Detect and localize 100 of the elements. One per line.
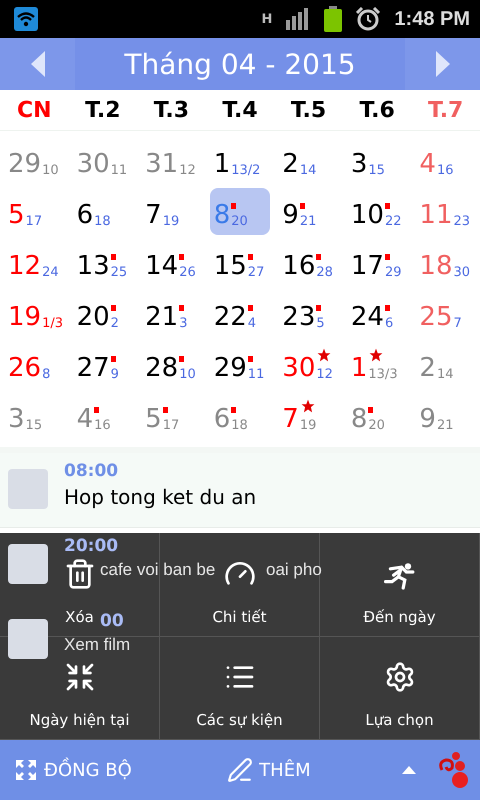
day-cell[interactable]: 29 11 [210, 341, 270, 388]
day-cell[interactable]: 26 8 [4, 341, 65, 388]
day-cell[interactable]: 17 29 [346, 239, 408, 286]
day-cell[interactable]: 5 17 [4, 188, 65, 235]
menu-label[interactable]: Đến ngày [363, 608, 436, 626]
day-cell[interactable]: 14 26 [141, 239, 202, 286]
day-number: 5 [145, 404, 162, 434]
day-cell[interactable]: 3 15 [4, 392, 65, 439]
day-cell[interactable]: 28 10 [141, 341, 202, 388]
event-thumbnail [8, 544, 48, 584]
menu-label[interactable]: Xóa [65, 608, 94, 626]
lunar-date: 12 [179, 163, 196, 178]
lunar-date: 8 [42, 367, 50, 382]
day-number: 29 [8, 149, 42, 179]
menu-label[interactable]: Các sự kiện [196, 711, 283, 729]
day-cell[interactable]: 1 13/2 [210, 137, 270, 184]
signal-icon [286, 8, 310, 30]
day-cell[interactable]: 18 30 [415, 239, 476, 286]
lunar-date: 20 [368, 418, 385, 433]
day-cell[interactable]: 10 22 [346, 188, 408, 235]
day-number: 16 [282, 251, 316, 281]
alarm-clock-icon [356, 7, 380, 31]
day-cell[interactable]: 30 11 [72, 137, 134, 184]
caret-up-icon[interactable] [402, 766, 416, 774]
arrows-inward-icon [64, 661, 96, 693]
day-number: 1 [214, 149, 230, 179]
lunar-date: 20 [231, 214, 248, 229]
lunar-date: 18 [94, 214, 111, 229]
lunar-date: 16 [436, 163, 454, 178]
day-cell[interactable]: 16 28 [278, 239, 339, 286]
event-title: cafe voi ban be [100, 560, 216, 580]
day-number: 15 [214, 251, 247, 281]
clock-time: 1:48 PM [394, 8, 470, 30]
day-cell[interactable]: 4 16 [72, 392, 134, 439]
day-number: 6 [214, 404, 230, 434]
day-cell[interactable]: 20 2 [72, 290, 134, 337]
menu-icon-button[interactable] [384, 562, 416, 590]
lunar-date: 19 [300, 418, 316, 433]
pen-icon [227, 757, 254, 783]
day-cell[interactable]: 9 21 [278, 188, 339, 235]
weekday-label: T.2 [84, 98, 122, 122]
day-number: 5 [8, 200, 25, 230]
day-cell[interactable]: 12 24 [4, 239, 65, 286]
day-cell[interactable]: 7 19 [278, 392, 339, 439]
day-cell[interactable]: 19 1/3 [4, 290, 65, 337]
lunar-date: 7 [454, 316, 462, 331]
day-cell[interactable]: 6 18 [210, 392, 270, 439]
day-cell[interactable]: 4 16 [415, 137, 476, 184]
menu-label[interactable]: Lựa chọn [365, 711, 434, 729]
battery-icon [324, 6, 342, 32]
lunar-date: 26 [179, 265, 196, 280]
day-cell[interactable]: 23 5 [278, 290, 339, 337]
day-number: 2 [282, 149, 299, 179]
day-cell[interactable]: 24 6 [346, 290, 408, 337]
day-cell[interactable]: 2 14 [278, 137, 339, 184]
day-cell[interactable]: 2 14 [415, 341, 476, 388]
month-title: Tháng 04 - 2015 [124, 48, 356, 80]
day-cell[interactable]: 5 17 [141, 392, 202, 439]
lunar-date: 29 [384, 265, 402, 280]
lunar-date: 13/3 [368, 367, 398, 382]
day-cell[interactable]: 7 19 [141, 188, 202, 235]
lunar-date: 12 [316, 367, 333, 382]
day-cell[interactable]: 21 3 [141, 290, 202, 337]
menu-icon-button[interactable] [64, 558, 96, 590]
day-cell[interactable]: 25 7 [415, 290, 476, 337]
day-cell[interactable]: 6 18 [72, 188, 134, 235]
lunar-date: 25 [110, 265, 128, 280]
day-cell[interactable]: 30 12 [278, 341, 339, 388]
lunar-date: 19 [162, 214, 180, 229]
day-cell[interactable]: 9 21 [415, 392, 476, 439]
day-cell[interactable]: 27 9 [72, 341, 134, 388]
event-thumbnail [8, 469, 48, 509]
weekday-label: T.7 [427, 98, 464, 122]
day-cell[interactable]: 13 25 [72, 239, 134, 286]
day-cell[interactable]: 22 4 [210, 290, 270, 337]
sync-icon [14, 758, 38, 782]
day-cell[interactable]: 11 23 [415, 188, 476, 235]
left-arrow-icon [28, 50, 46, 78]
day-number: 28 [145, 353, 178, 383]
wifi-icon [14, 7, 38, 31]
menu-label[interactable]: Chi tiết [212, 608, 267, 626]
day-number: 14 [145, 251, 178, 281]
lunar-date: 10 [42, 163, 59, 178]
day-number: 3 [350, 149, 368, 179]
day-number: 18 [419, 251, 453, 281]
menu-icon-button[interactable] [64, 661, 96, 693]
lunar-date: 9 [110, 367, 119, 382]
day-cell[interactable]: 8 20 [346, 392, 408, 439]
lunar-date: 13/2 [231, 163, 260, 178]
event-time: 00 [100, 611, 124, 631]
day-number: 26 [8, 353, 42, 383]
day-cell[interactable]: 29 10 [4, 137, 65, 184]
runner-icon [384, 562, 416, 590]
day-cell[interactable]: 15 27 [210, 239, 270, 286]
day-cell[interactable]: 31 12 [141, 137, 202, 184]
event-row[interactable]: 08:00 Hop tong ket du an [0, 453, 480, 528]
lunar-date: 30 [454, 265, 470, 280]
day-cell[interactable]: 1 13/3 [346, 341, 408, 388]
day-cell[interactable]: 3 15 [346, 137, 408, 184]
menu-label[interactable]: Ngày hiện tại [30, 711, 130, 729]
